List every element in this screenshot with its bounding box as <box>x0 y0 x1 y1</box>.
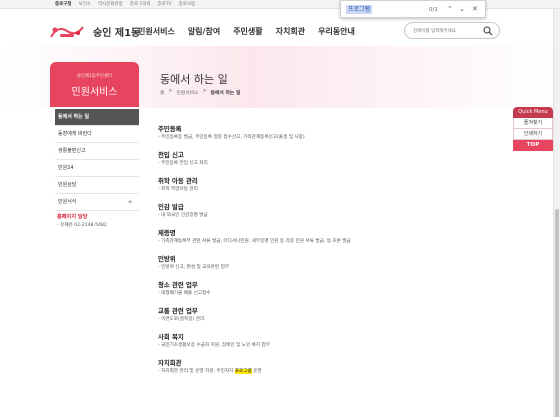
breadcrumb-current: 동에서 하는 일 <box>210 91 241 96</box>
nav-item-living[interactable]: 주민생활 <box>233 26 262 37</box>
page: { "top_links": ["종로구청", "보건소", "역사문화관광",… <box>0 0 560 417</box>
sidebar-item-forms[interactable]: 민원서식 + <box>55 194 139 211</box>
section-title: 제증명 <box>158 229 176 237</box>
page-scrollbar[interactable] <box>553 9 560 417</box>
quick-menu-print[interactable]: 인쇄하기 <box>513 129 553 140</box>
section-desc-text-after: 운영 <box>251 369 262 374</box>
section-desc: - 주민등록 전입 신고 처리 <box>158 161 208 166</box>
quick-menu-bookmark[interactable]: 즐겨찾기 <box>513 118 553 129</box>
top-link-council[interactable]: 종로구의회 <box>130 1 151 7</box>
section-civil-defense: 민방위 - 민방위 신고, 편성 및 교육훈련 업무 <box>158 255 508 271</box>
breadcrumb-home[interactable]: 홈 <box>160 89 164 96</box>
top-links: 종로구청 보건소 역사문화관광 종로구의회 종로TV 종로사랑 <box>55 1 195 7</box>
breadcrumb-civil-service[interactable]: 민원서비스 <box>176 89 198 96</box>
top-link-tourism[interactable]: 역사문화관광 <box>98 1 123 7</box>
content-sections: 주민등록 - 주민등록증 발급, 주민등록 정정 접수신고, 가족관계등록신고(… <box>158 125 508 385</box>
breadcrumb-separator: > <box>202 89 207 94</box>
global-nav: 민원서비스 알림/참여 주민생활 자치회관 우리동안내 <box>138 26 355 37</box>
section-move-in: 전입 신고 - 주민등록 전입 신고 처리 <box>158 151 508 167</box>
sidebar-menu: 동에서 하는 일 동장에게 바란다 생활불편신고 민원24 민원상담 민원서식 … <box>55 109 139 211</box>
section-title: 민방위 <box>158 255 176 263</box>
section-desc: - 이면도로(골목길) 관리. <box>158 317 206 322</box>
sidebar-header: 숭인제1동주민센터 민원서비스 <box>50 62 139 107</box>
nav-item-about[interactable]: 우리동안내 <box>318 26 355 37</box>
sidebar-item-consult[interactable]: 민원상담 <box>55 177 139 194</box>
top-link-love[interactable]: 종로사랑 <box>179 1 196 7</box>
section-desc: - 대형폐기물 배출 신고접수 <box>158 291 211 296</box>
find-query-input[interactable]: 프로그램 <box>346 5 373 14</box>
section-title: 교통 관련 업무 <box>158 307 198 315</box>
scrollbar-thumb[interactable] <box>555 209 559 417</box>
sidebar-item-forms-label: 민원서식 <box>58 199 77 205</box>
section-title: 자치회관 <box>158 359 182 367</box>
contact-value: - 유혜은 02-2148-5482 <box>57 223 107 228</box>
section-title: 전입 신고 <box>158 151 184 159</box>
section-desc: - 자치회관 관리 및 운영 지원, 주민자치 프로그램 운영 <box>158 368 508 375</box>
scroll-top-button[interactable]: TOP <box>513 140 553 151</box>
sidebar-item-minwon24[interactable]: 민원24 <box>55 160 139 177</box>
breadcrumb-separator: > <box>168 89 173 94</box>
top-link-tv[interactable]: 종로TV <box>158 1 172 7</box>
nav-item-autonomy-hall[interactable]: 자치회관 <box>276 26 305 37</box>
top-link-district-office[interactable]: 종로구청 <box>55 1 72 7</box>
section-desc: - 민방위 신고, 편성 및 교육훈련 업무 <box>158 265 230 270</box>
quick-menu: Quick Menu 즐겨찾기 인쇄하기 TOP <box>513 107 553 151</box>
sidebar-contact: 홈페이지 담당 - 유혜은 02-2148-5482 <box>57 213 107 228</box>
section-desc: - 취학 학령아동 관리 <box>158 187 198 192</box>
quick-menu-title: Quick Menu <box>513 107 553 118</box>
chevron-down-icon[interactable]: ⌄ <box>459 4 465 14</box>
breadcrumb: 홈 > 민원서비스 > 동에서 하는 일 <box>160 89 240 96</box>
district-logo[interactable] <box>48 21 86 41</box>
section-cleaning: 청소 관련 업무 - 대형폐기물 배출 신고접수 <box>158 281 508 297</box>
section-desc: - 내·외국인 인감증명 발급 <box>158 213 208 218</box>
section-desc-text: - 자치회관 관리 및 운영 지원, 주민자치 <box>158 369 235 374</box>
section-title: 청소 관련 업무 <box>158 281 198 289</box>
chevron-up-icon[interactable]: ⌃ <box>447 4 453 14</box>
section-seal: 인감 발급 - 내·외국인 인감증명 발급 <box>158 203 508 219</box>
section-certificates: 제증명 - 가족관계등록부 관련 서류 발급, 어디서나민원, 세무증명 민원 … <box>158 229 508 245</box>
find-count-text: 0/1 <box>429 7 438 13</box>
section-desc: - 주민등록증 발급, 주민등록 정정 접수신고, 가족관계등록신고(출생 및 … <box>158 135 305 140</box>
find-bar: 프로그램 0/1 ⌃ ⌄ ✕ <box>340 0 486 18</box>
section-title: 주민등록 <box>158 125 182 133</box>
section-resident-registration: 주민등록 - 주민등록증 발급, 주민등록 정정 접수신고, 가족관계등록신고(… <box>158 125 508 141</box>
find-highlight: 프로그램 <box>234 369 252 374</box>
section-autonomy-hall: 자치회관 - 자치회관 관리 및 운영 지원, 주민자치 프로그램 운영 <box>158 359 508 375</box>
section-desc: - 국민기초생활보장 수급자 지원, 장애인 및 노인 복지 업무 <box>158 343 271 348</box>
search-icon[interactable] <box>483 26 493 36</box>
search-box <box>404 22 500 39</box>
section-desc: - 가족관계등록부 관련 서류 발급, 어디서나민원, 세무증명 민원 등 각종… <box>158 239 351 244</box>
sidebar-title: 민원서비스 <box>71 87 118 98</box>
section-title: 인감 발급 <box>158 203 184 211</box>
section-welfare: 사회 복지 - 국민기초생활보장 수급자 지원, 장애인 및 노인 복지 업무 <box>158 333 508 349</box>
sidebar-subtitle: 숭인제1동주민센터 <box>76 74 113 79</box>
page-title: 동에서 하는 일 <box>160 73 228 86</box>
sidebar-item-report[interactable]: 생활불편신고 <box>55 143 139 160</box>
section-traffic: 교통 관련 업무 - 이면도로(골목길) 관리. <box>158 307 508 323</box>
close-icon[interactable]: ✕ <box>472 4 478 14</box>
plus-icon[interactable]: + <box>127 194 133 211</box>
search-input[interactable] <box>413 26 485 36</box>
nav-item-notice[interactable]: 알림/참여 <box>188 26 220 37</box>
find-count: 0/1 <box>429 4 438 15</box>
nav-item-civil-service[interactable]: 민원서비스 <box>138 26 175 37</box>
section-title: 취학 아동 관리 <box>158 177 198 185</box>
top-link-health-center[interactable]: 보건소 <box>79 1 91 7</box>
contact-title: 홈페이지 담당 <box>57 214 88 220</box>
section-title: 사회 복지 <box>158 333 184 341</box>
sidebar-item-suggestion[interactable]: 동장에게 바란다 <box>55 126 139 143</box>
site-name[interactable]: 숭인 제1동 <box>93 24 140 39</box>
sidebar-item-dong-work[interactable]: 동에서 하는 일 <box>55 109 139 126</box>
section-school-children: 취학 아동 관리 - 취학 학령아동 관리 <box>158 177 508 193</box>
